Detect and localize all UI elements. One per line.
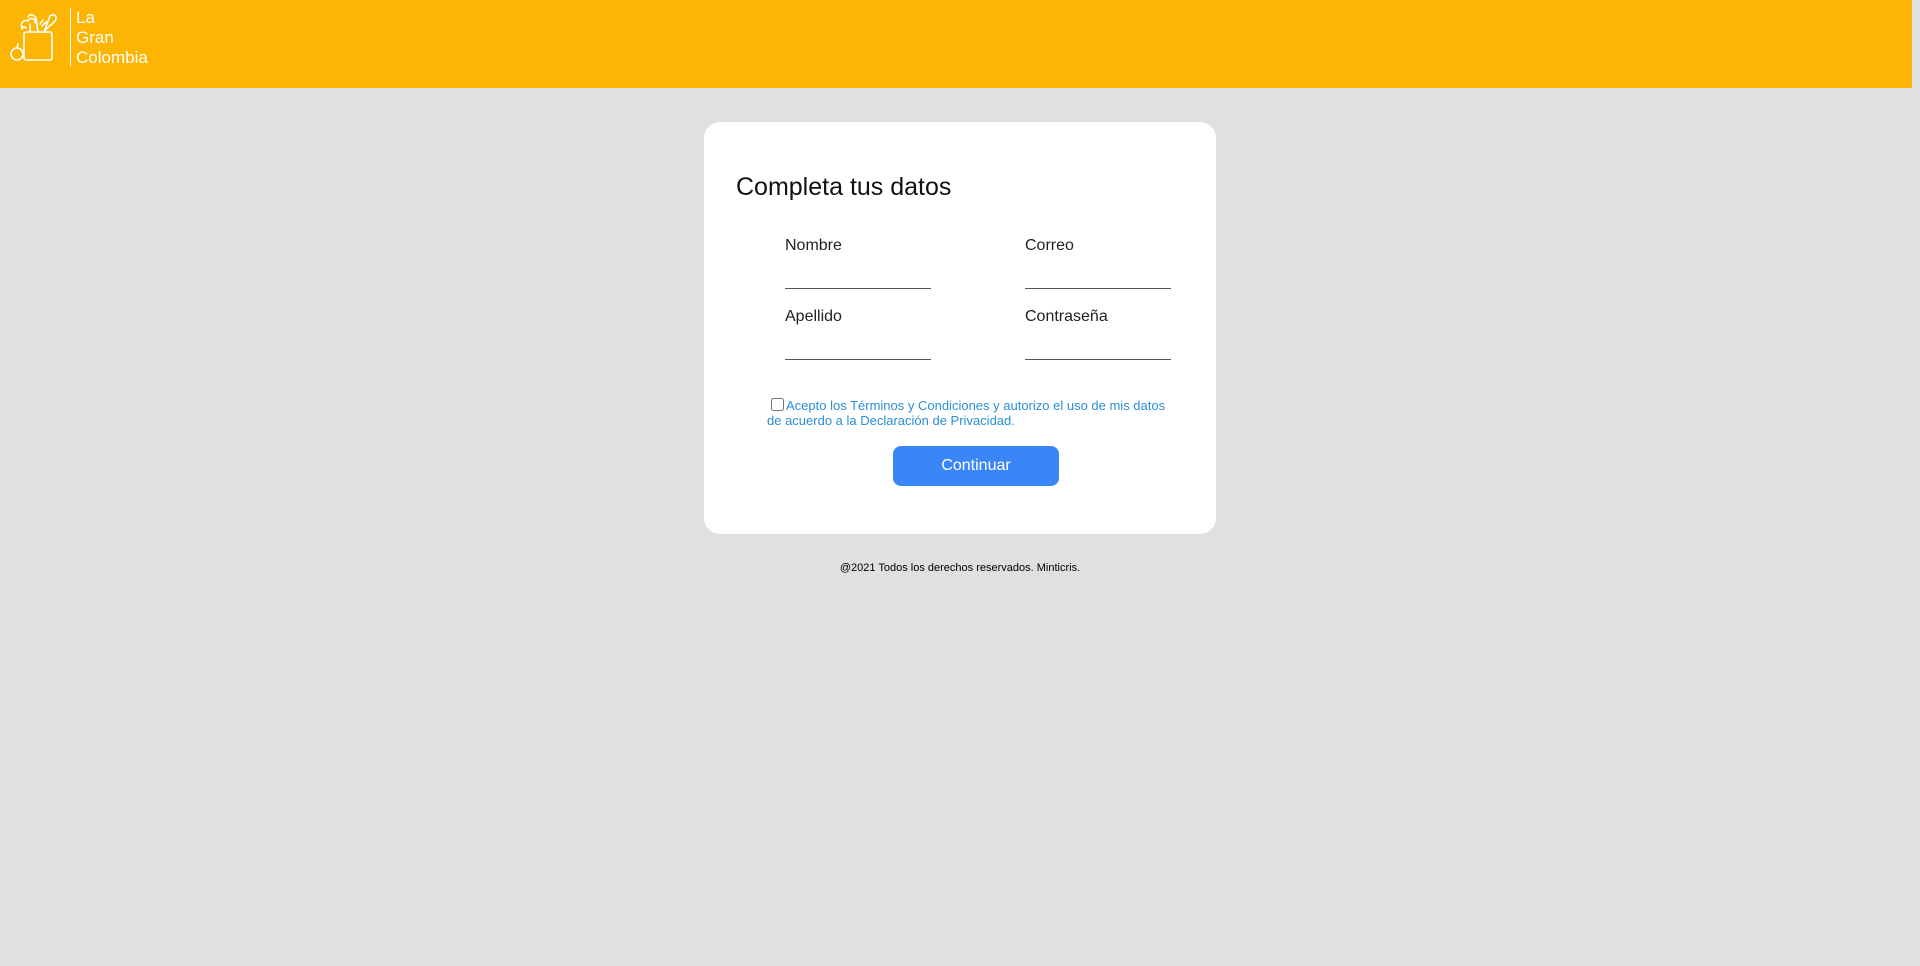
apellido-input[interactable] <box>785 335 931 360</box>
brand-name-line-2: Gran <box>76 28 114 47</box>
contrasena-input[interactable] <box>1025 335 1171 360</box>
brand-name-line-1: La <box>76 8 95 27</box>
footer-copyright: @2021 Todos los derechos reservados. Min… <box>839 562 1081 574</box>
terms-consent: Acepto los Términos y Condiciones y auto… <box>767 398 1177 428</box>
registration-card: Completa tus datos Nombre Correo Apellid… <box>704 122 1216 534</box>
brand-logo[interactable]: La Gran Colombia <box>8 8 148 68</box>
logo-divider <box>70 8 71 66</box>
apellido-field-group: Apellido <box>785 308 931 360</box>
nombre-label: Nombre <box>785 237 842 254</box>
correo-label: Correo <box>1025 237 1074 254</box>
contrasena-field-group: Contraseña <box>1025 308 1171 360</box>
nombre-field-group: Nombre <box>785 237 931 289</box>
form-title: Completa tus datos <box>736 173 952 201</box>
contrasena-label: Contraseña <box>1025 308 1108 325</box>
top-header: La Gran Colombia <box>0 0 1912 88</box>
correo-input[interactable] <box>1025 264 1171 289</box>
nombre-input[interactable] <box>785 264 931 289</box>
grocery-bag-icon <box>10 14 57 61</box>
brand-name-line-3: Colombia <box>76 48 148 67</box>
continue-button[interactable]: Continuar <box>893 446 1059 486</box>
correo-field-group: Correo <box>1025 237 1171 289</box>
brand-name: La Gran Colombia <box>76 8 148 68</box>
terms-checkbox[interactable] <box>771 398 784 411</box>
terms-link[interactable]: Acepto los Términos y Condiciones y auto… <box>767 398 1165 428</box>
apellido-label: Apellido <box>785 308 842 325</box>
